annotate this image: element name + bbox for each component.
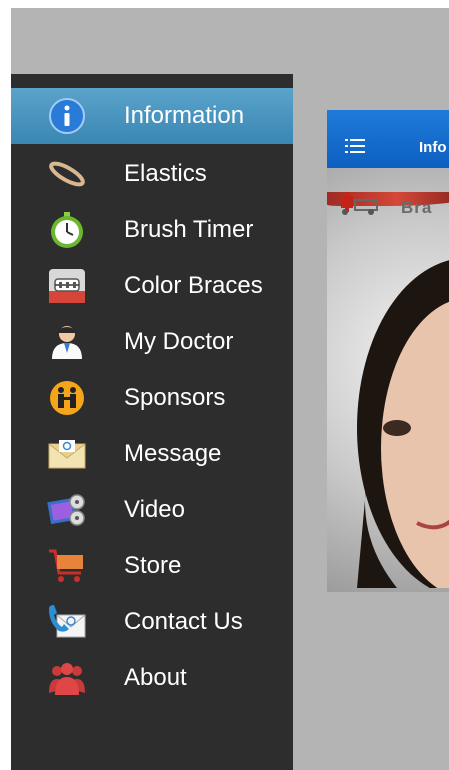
menu-item-label: Elastics xyxy=(124,160,207,187)
envelope-icon xyxy=(47,434,87,474)
girl-portrait-image xyxy=(357,260,449,588)
main-view: Info Bra xyxy=(327,110,449,592)
brand-banner: Bra xyxy=(327,186,449,217)
menu-item-message[interactable]: Message xyxy=(11,426,293,482)
menu-item-label: About xyxy=(124,664,187,691)
menu-list-icon[interactable] xyxy=(345,138,365,154)
menu-item-label: Store xyxy=(124,552,182,579)
menu-item-information[interactable]: Information xyxy=(11,88,293,144)
contact-icon xyxy=(47,602,87,642)
info-icon xyxy=(47,96,87,136)
video-icon xyxy=(47,490,87,530)
menu-item-contact-us[interactable]: Contact Us xyxy=(11,594,293,650)
menu-item-label: My Doctor xyxy=(124,328,234,355)
elastic-band-icon xyxy=(47,154,87,194)
shopping-cart-icon xyxy=(47,546,87,586)
doctor-icon xyxy=(47,322,87,362)
sponsors-icon xyxy=(47,378,87,418)
banner-logo-text: Bra xyxy=(401,198,433,217)
menu-item-label: Sponsors xyxy=(124,384,226,411)
menu-item-label: Message xyxy=(124,440,222,467)
menu-item-my-doctor[interactable]: My Doctor xyxy=(11,314,293,370)
menu-item-label: Information xyxy=(124,102,245,129)
menu-item-label: Brush Timer xyxy=(124,216,254,243)
menu-item-store[interactable]: Store xyxy=(11,538,293,594)
menu-item-label: Video xyxy=(124,496,185,523)
stopwatch-icon xyxy=(47,210,87,250)
menu-item-sponsors[interactable]: Sponsors xyxy=(11,370,293,426)
menu-item-label: Color Braces xyxy=(124,272,263,299)
people-icon xyxy=(47,658,87,698)
main-header-title: Info xyxy=(419,139,447,156)
menu-item-about[interactable]: About xyxy=(11,650,293,706)
braces-icon xyxy=(47,266,87,306)
menu-item-elastics[interactable]: Elastics xyxy=(11,146,293,202)
main-header: Info xyxy=(327,110,449,168)
main-content: Bra xyxy=(327,168,449,592)
menu-item-brush-timer[interactable]: Brush Timer xyxy=(11,202,293,258)
menu-item-video[interactable]: Video xyxy=(11,482,293,538)
truck-logo-icon xyxy=(341,192,378,215)
menu-item-color-braces[interactable]: Color Braces xyxy=(11,258,293,314)
menu-item-label: Contact Us xyxy=(124,608,243,635)
app-screen: Info Bra Information Elastics Brush Time… xyxy=(11,8,449,770)
side-menu: Information Elastics Brush Timer Color B… xyxy=(11,74,293,770)
